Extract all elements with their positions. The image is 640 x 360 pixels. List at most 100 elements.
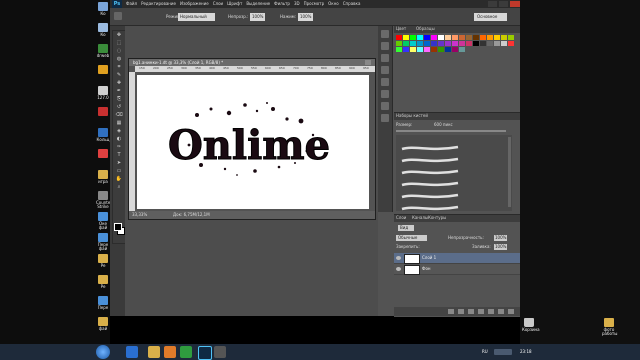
color-swatch[interactable]	[473, 35, 479, 40]
quick-select-tool-icon[interactable]: ◍	[115, 56, 123, 63]
color-swatch[interactable]	[494, 35, 500, 40]
brush-size-slider[interactable]	[396, 130, 506, 132]
language-indicator[interactable]: RU	[482, 350, 488, 354]
desktop-icon[interactable]: Ко	[96, 23, 110, 37]
taskbar-ie-icon[interactable]	[126, 346, 138, 358]
menu-item[interactable]: Выделение	[246, 2, 270, 6]
foreground-color-swatch[interactable]	[114, 223, 122, 231]
taskbar-app-icon[interactable]	[214, 346, 226, 358]
desktop-icon[interactable]: Кольц	[96, 128, 110, 142]
color-swatch[interactable]	[473, 41, 479, 46]
shape-tool-icon[interactable]: ▭	[115, 168, 123, 175]
color-swatch[interactable]	[445, 35, 451, 40]
color-swatch[interactable]	[452, 41, 458, 46]
menu-item[interactable]: 3D	[294, 2, 300, 6]
panel-tab[interactable]: Образцы	[416, 27, 435, 31]
color-swatch[interactable]	[480, 41, 486, 46]
desktop-icon[interactable]: фай	[96, 317, 110, 331]
gradient-tool-icon[interactable]: ▦	[115, 120, 123, 127]
panel-toggle-icon[interactable]	[381, 66, 389, 74]
desktop-icon[interactable]: Пере фай	[96, 233, 110, 251]
opacity-field[interactable]: 100%	[250, 13, 266, 21]
eraser-tool-icon[interactable]: ⌫	[115, 112, 123, 119]
color-swatch[interactable]	[417, 41, 423, 46]
brush-preset-item[interactable]	[400, 185, 460, 199]
clone-tool-icon[interactable]: ⎘	[115, 96, 123, 103]
layer-kind-filter[interactable]: Вид	[398, 225, 415, 231]
trash-icon[interactable]	[508, 309, 514, 314]
color-swatch[interactable]	[424, 47, 430, 52]
panel-toggle-icon[interactable]	[381, 102, 389, 110]
color-swatch[interactable]	[501, 41, 507, 46]
desktop-icon[interactable]	[96, 149, 110, 159]
color-swatch[interactable]	[396, 47, 402, 52]
panel-toggle-icon[interactable]	[381, 30, 389, 38]
link-layers-icon[interactable]	[448, 309, 454, 314]
brush-preset-item[interactable]	[400, 149, 460, 163]
panel-toggle-icon[interactable]	[381, 114, 389, 122]
menu-item[interactable]: Просмотр	[304, 2, 325, 6]
taskbar-chrome-icon[interactable]	[180, 346, 192, 358]
color-swatch[interactable]	[438, 47, 444, 52]
panel-toggle-icon[interactable]	[381, 42, 389, 50]
eyedropper-tool-icon[interactable]: ✎	[115, 72, 123, 79]
adjustment-icon[interactable]	[478, 309, 484, 314]
menu-item[interactable]: Окно	[328, 2, 339, 6]
brush-preset-item[interactable]	[400, 197, 460, 211]
blur-tool-icon[interactable]: ◈	[115, 128, 123, 135]
zoom-tool-icon[interactable]: ⌕	[115, 184, 123, 191]
crop-tool-icon[interactable]: ⌗	[115, 64, 123, 71]
desktop-icon[interactable]: игра	[96, 170, 110, 184]
document-tab[interactable]: bg1.анимки-1.dt @ 33,3% (Слой 1, RGB/8) …	[129, 59, 375, 66]
color-swatch[interactable]	[417, 35, 423, 40]
color-swatch[interactable]	[487, 41, 493, 46]
taskbar-media-icon[interactable]	[164, 346, 176, 358]
color-swatch[interactable]	[438, 35, 444, 40]
color-swatch[interactable]	[508, 35, 514, 40]
color-swatch[interactable]	[403, 41, 409, 46]
color-swatch[interactable]	[459, 47, 465, 52]
menu-item[interactable]: Редактирование	[141, 2, 176, 6]
desktop-icon[interactable]: 127.0	[96, 86, 110, 100]
brush-list-scrollbar[interactable]	[508, 137, 511, 207]
workspace-select[interactable]: Основное	[474, 13, 508, 21]
panel-tab[interactable]: Слои	[396, 216, 406, 220]
desktop-icon[interactable]: фото работы	[602, 318, 617, 336]
desktop-icon[interactable]	[96, 65, 110, 75]
desktop-icon[interactable]	[96, 107, 110, 117]
color-swatch[interactable]	[431, 35, 437, 40]
color-swatch[interactable]	[466, 41, 472, 46]
move-tool-icon[interactable]: ✥	[115, 32, 123, 39]
brush-size-value[interactable]: 600 пикс	[434, 123, 453, 127]
maximize-icon[interactable]	[499, 1, 508, 7]
minimize-icon[interactable]	[488, 1, 497, 7]
layer-opacity-field[interactable]: 100%	[494, 235, 508, 241]
fx-icon[interactable]	[458, 309, 464, 314]
color-swatch[interactable]	[431, 47, 437, 52]
zoom-field[interactable]: 33,33%	[132, 213, 147, 217]
fill-field[interactable]: 100%	[494, 244, 508, 250]
panel-tab[interactable]: Каналы	[412, 216, 428, 220]
canvas[interactable]: Onlime	[137, 75, 369, 209]
trash-icon[interactable]: Корзина	[522, 318, 540, 332]
layer-row[interactable]: Фон	[394, 264, 520, 275]
color-swatch[interactable]	[403, 35, 409, 40]
desktop-icon[interactable]: drweb	[96, 44, 110, 58]
color-swatch[interactable]	[410, 41, 416, 46]
color-swatch[interactable]	[410, 35, 416, 40]
visibility-eye-icon[interactable]	[396, 256, 401, 260]
menu-item[interactable]: Файл	[126, 2, 137, 6]
lasso-tool-icon[interactable]: ◌	[115, 48, 123, 55]
panel-tab[interactable]: Контуры	[428, 216, 446, 220]
path-select-tool-icon[interactable]: ➤	[115, 160, 123, 167]
close-icon[interactable]	[510, 1, 520, 7]
start-button[interactable]	[96, 345, 110, 359]
color-swatch[interactable]	[501, 35, 507, 40]
tray-icons[interactable]	[494, 349, 512, 355]
pen-tool-icon[interactable]: ✑	[115, 144, 123, 151]
color-swatch[interactable]	[459, 35, 465, 40]
blend-mode-select[interactable]: Обычные	[396, 235, 428, 241]
brush-tool-icon[interactable]: ✒	[115, 88, 123, 95]
color-swatch[interactable]	[417, 47, 423, 52]
color-swatch[interactable]	[445, 41, 451, 46]
